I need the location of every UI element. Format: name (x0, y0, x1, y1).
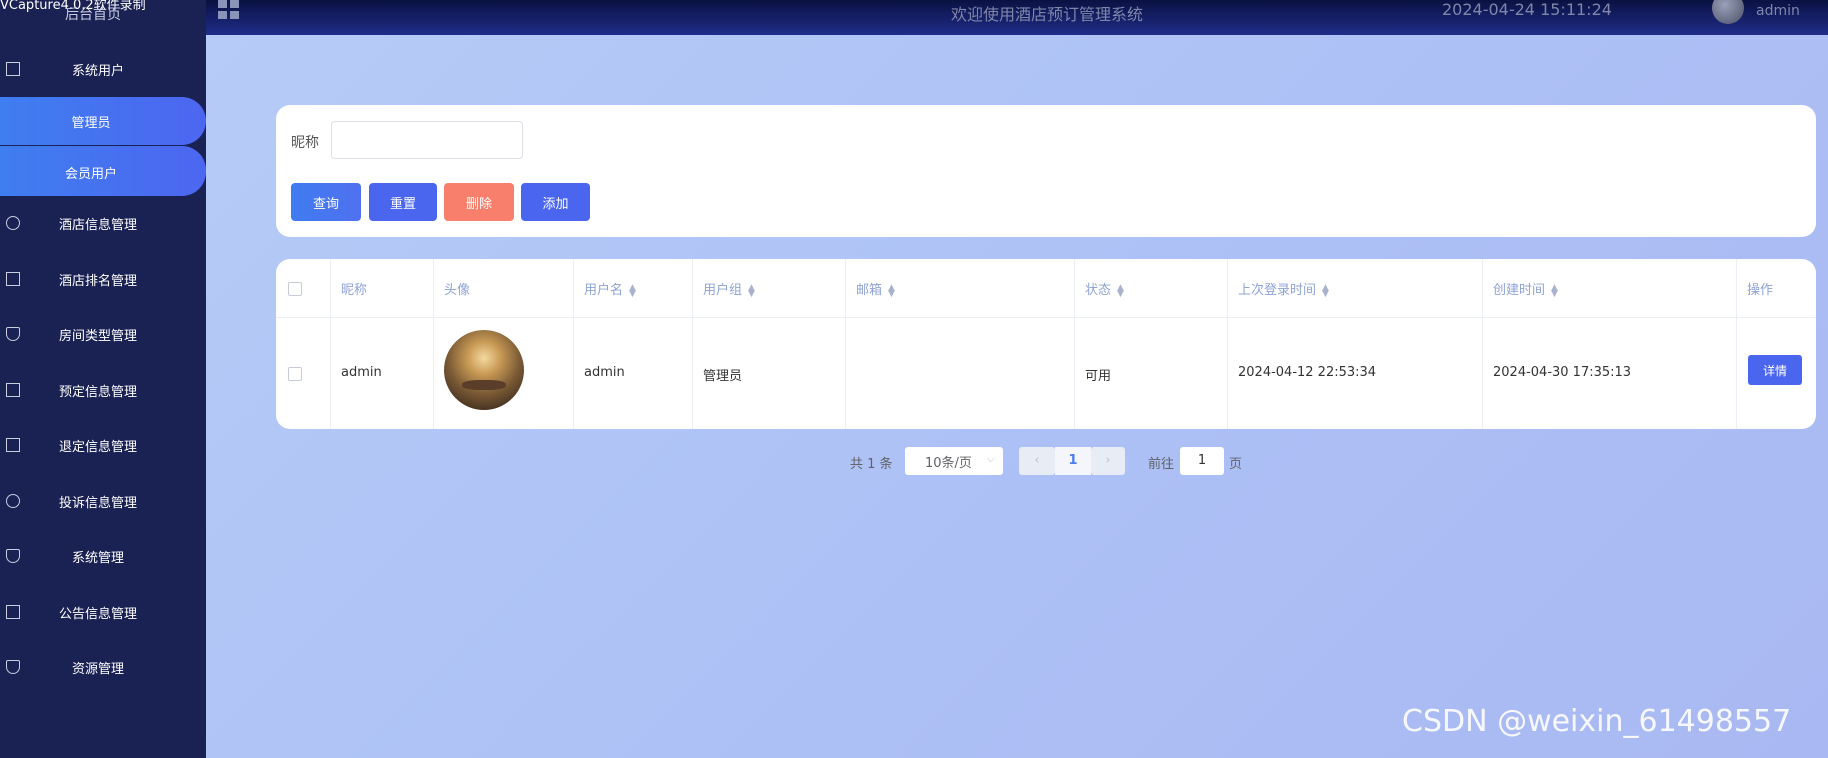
col-header-label: 用户组 (703, 283, 743, 298)
col-header-status[interactable]: 状态 ▲ ▼ (1085, 279, 1124, 298)
submenu-item-members[interactable]: 会员用户 (0, 146, 206, 196)
page-suffix: 页 (1229, 457, 1243, 472)
sort-icon[interactable]: ▲ ▼ (748, 283, 755, 298)
sidebar-item-hotel-info[interactable]: 酒店信息管理 (0, 203, 206, 243)
sidebar-item-complaints[interactable]: 投诉信息管理 (0, 481, 206, 521)
col-header-actions: 操作 (1747, 283, 1774, 298)
cell-last-login: 2024-04-12 22:53:34 (1238, 365, 1377, 380)
cell-status: 可用 (1085, 369, 1112, 384)
sidebar-item-label: 系统管理 (71, 550, 124, 566)
users-table: 昵称 头像 用户名 ▲ ▼ 用户组 ▲ ▼ 邮箱 ▲ ▼ 状态 ▲ ▼ 上次登录时间 ▲ ▼ 创建时… (276, 259, 1816, 429)
col-header-group[interactable]: 用户组 ▲ ▼ (703, 279, 755, 298)
sort-icon[interactable]: ▲ ▼ (1117, 283, 1124, 298)
delete-button[interactable]: 删除 (444, 183, 514, 221)
page-size-select[interactable]: 10条/页 ⌵ (905, 447, 1003, 475)
col-header-created[interactable]: 创建时间 ▲ ▼ (1493, 279, 1558, 298)
col-header-label: 状态 (1085, 283, 1112, 298)
page-size-value: 10条/页 (925, 456, 972, 471)
header-datetime: 2024-04-24 15:11:24 (1442, 0, 1612, 19)
sidebar-item-system-users[interactable]: 系统用户 (0, 49, 206, 89)
col-header-email[interactable]: 邮箱 ▲ ▼ (856, 279, 895, 298)
select-all-checkbox[interactable] (288, 282, 302, 296)
col-header-label: 创建时间 (1493, 283, 1546, 298)
header-username[interactable]: admin (1756, 3, 1800, 19)
sidebar-item-label: 退定信息管理 (58, 439, 137, 455)
sort-icon[interactable]: ▲ ▼ (888, 283, 895, 298)
col-header-username[interactable]: 用户名 ▲ ▼ (584, 279, 636, 298)
col-header-last-login[interactable]: 上次登录时间 ▲ ▼ (1238, 279, 1329, 298)
sort-icon[interactable]: ▲ ▼ (629, 283, 636, 298)
chevron-right-icon: › (1105, 453, 1111, 468)
submenu-item-admin[interactable]: 管理员 (0, 97, 206, 145)
sidebar-item-hotel-ranking[interactable]: 酒店排名管理 (0, 259, 206, 299)
csdn-watermark: CSDN @weixin_61498557 (1402, 704, 1792, 739)
sidebar-item-label: 预定信息管理 (58, 384, 137, 400)
sidebar-item-label: 公告信息管理 (58, 606, 137, 622)
page-title: 欢迎使用酒店预订管理系统 (951, 5, 1144, 24)
avatar-image (444, 330, 524, 410)
reset-button[interactable]: 重置 (369, 183, 437, 221)
sidebar: VCapture4.0.2软件录制 后台首页 系统用户 管理员 会员用户 酒店信… (0, 0, 206, 758)
submenu-label: 管理员 (71, 116, 111, 131)
nickname-label: 昵称 (291, 135, 319, 151)
nickname-input[interactable] (331, 121, 523, 159)
chevron-down-icon: ⌵ (986, 452, 995, 465)
sidebar-item-label: 系统用户 (71, 63, 124, 79)
next-page-button[interactable]: › (1091, 447, 1125, 475)
col-header-nickname: 昵称 (341, 283, 368, 298)
sidebar-item-label: 资源管理 (71, 661, 124, 677)
prev-page-button[interactable]: ‹ (1019, 447, 1055, 475)
sidebar-item-cancellation[interactable]: 退定信息管理 (0, 425, 206, 465)
page-number[interactable]: 1 (1055, 447, 1091, 475)
col-header-label: 上次登录时间 (1238, 283, 1317, 298)
col-header-label: 邮箱 (856, 283, 883, 298)
query-button[interactable]: 查询 (291, 183, 361, 221)
sidebar-item-label: 酒店排名管理 (58, 273, 137, 289)
goto-label: 前往 (1148, 457, 1175, 472)
sort-icon[interactable]: ▲ ▼ (1322, 283, 1329, 298)
col-header-label: 用户名 (584, 283, 624, 298)
cell-nickname: admin (341, 365, 382, 380)
cell-username: admin (584, 365, 625, 380)
cell-created: 2024-04-30 17:35:13 (1493, 365, 1632, 380)
search-panel: 昵称 查询 重置 删除 添加 (276, 105, 1816, 237)
sidebar-item-label: 投诉信息管理 (58, 495, 137, 511)
sidebar-item-room-types[interactable]: 房间类型管理 (0, 314, 206, 354)
grid-menu-icon[interactable] (218, 0, 240, 20)
row-checkbox[interactable] (288, 367, 302, 381)
sidebar-item-booking[interactable]: 预定信息管理 (0, 370, 206, 410)
add-button[interactable]: 添加 (521, 183, 590, 221)
sidebar-item-label: 房间类型管理 (58, 328, 137, 344)
goto-page-input[interactable]: 1 (1180, 447, 1224, 475)
sidebar-item-notices[interactable]: 公告信息管理 (0, 592, 206, 632)
submenu-label: 会员用户 (64, 167, 117, 182)
sort-icon[interactable]: ▲ ▼ (1551, 283, 1558, 298)
pagination-total: 共 1 条 (850, 457, 893, 472)
sidebar-home[interactable]: 后台首页 (65, 4, 121, 24)
col-header-avatar: 头像 (444, 283, 471, 298)
avatar[interactable] (1712, 0, 1744, 24)
top-header: 欢迎使用酒店预订管理系统 2024-04-24 15:11:24 admin (206, 0, 1828, 35)
sidebar-item-resources[interactable]: 资源管理 (0, 647, 206, 687)
sidebar-item-system[interactable]: 系统管理 (0, 536, 206, 576)
detail-button[interactable]: 详情 (1748, 355, 1802, 385)
cell-group: 管理员 (703, 369, 743, 384)
sidebar-item-label: 酒店信息管理 (58, 217, 137, 233)
chevron-left-icon: ‹ (1034, 453, 1040, 468)
